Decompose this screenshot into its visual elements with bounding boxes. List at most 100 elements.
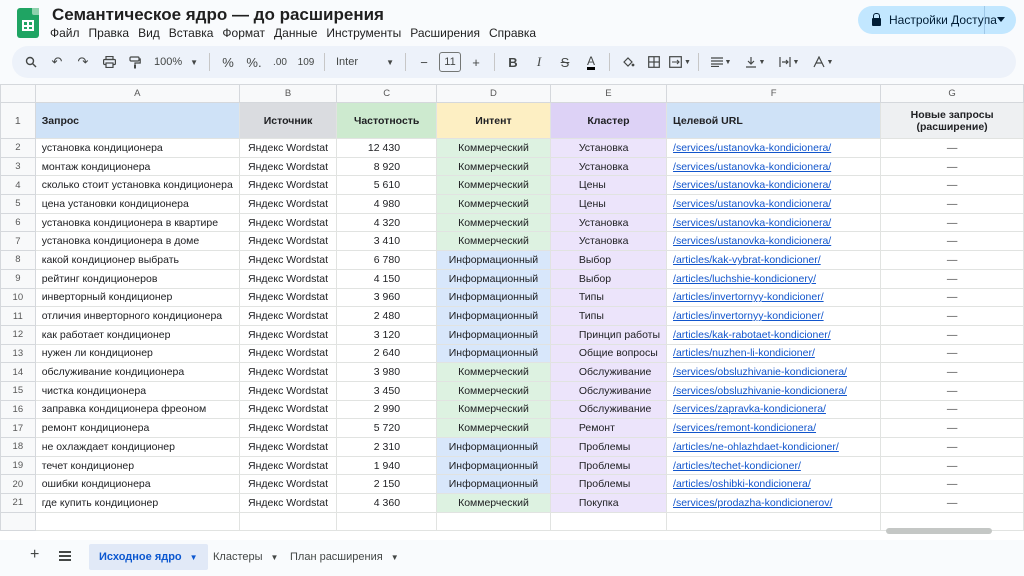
column-header-g[interactable]: G — [880, 84, 1024, 103]
cell-intent[interactable]: Коммерческий — [436, 175, 551, 196]
align-icon[interactable]: ▼ — [706, 50, 736, 74]
cell-intent[interactable]: Информационный — [436, 268, 551, 289]
cell-cluster[interactable]: Цены — [549, 175, 668, 196]
cell-intent[interactable]: Коммерческий — [436, 231, 551, 252]
cell-source[interactable]: Яндекс Wordstat — [238, 287, 338, 308]
cell-url[interactable]: /articles/kak-rabotaet-kondicioner/ — [666, 324, 882, 345]
cell-source[interactable]: Яндекс Wordstat — [238, 399, 338, 420]
cell-new-queries[interactable]: — — [880, 437, 1024, 457]
empty-cell[interactable] — [0, 511, 36, 532]
cell-intent[interactable]: Информационный — [436, 437, 551, 457]
menu-view[interactable]: Вид — [138, 26, 160, 40]
empty-cell[interactable] — [336, 511, 438, 532]
header-url[interactable]: Целевой URL — [666, 102, 882, 139]
header-cluster[interactable]: Кластер — [549, 102, 668, 139]
cell-cluster[interactable]: Ремонт — [549, 418, 668, 438]
cell-cluster[interactable]: Покупка — [549, 493, 668, 513]
cell-cluster[interactable]: Обслуживание — [549, 362, 668, 382]
cell-frequency[interactable]: 6 780 — [336, 250, 438, 270]
empty-cell[interactable] — [549, 511, 668, 532]
menu-edit[interactable]: Правка — [89, 26, 130, 40]
cell-frequency[interactable]: 1 940 — [336, 455, 438, 476]
cell-query[interactable]: какой кондиционер выбрать — [34, 250, 240, 270]
rotate-icon[interactable]: ▼ — [808, 50, 838, 74]
decrease-decimal-button[interactable]: %. — [243, 50, 265, 74]
cell-source[interactable]: Яндекс Wordstat — [238, 268, 338, 289]
row-number[interactable]: 11 — [0, 306, 36, 326]
cell-frequency[interactable]: 4 980 — [336, 194, 438, 214]
cell-intent[interactable]: Коммерческий — [436, 362, 551, 382]
italic-button[interactable]: I — [528, 50, 550, 74]
menu-tools[interactable]: Инструменты — [326, 26, 401, 40]
row-number[interactable]: 1 — [0, 102, 36, 139]
cell-intent[interactable]: Коммерческий — [436, 212, 551, 233]
cell-cluster[interactable]: Обслуживание — [549, 399, 668, 420]
header-frequency[interactable]: Частотность — [336, 102, 438, 139]
cell-new-queries[interactable]: — — [880, 268, 1024, 289]
cell-intent[interactable]: Информационный — [436, 250, 551, 270]
header-query[interactable]: Запрос — [34, 102, 240, 139]
row-number[interactable]: 6 — [0, 212, 36, 233]
cell-query[interactable]: где купить кондиционер — [34, 493, 240, 513]
all-sheets-icon[interactable] — [59, 551, 71, 553]
cell-query[interactable]: не охлаждает кондиционер — [34, 437, 240, 457]
cell-source[interactable]: Яндекс Wordstat — [238, 343, 338, 364]
cell-new-queries[interactable]: — — [880, 362, 1024, 382]
cell-url[interactable]: /articles/invertornyy-kondicioner/ — [666, 287, 882, 308]
row-number[interactable]: 14 — [0, 362, 36, 382]
cell-url[interactable]: /articles/ne-ohlazhdaet-kondicioner/ — [666, 437, 882, 457]
sheet-grid[interactable]: A B C D E F G 1 Запрос Источник Частотно… — [0, 84, 1024, 540]
cell-new-queries[interactable]: — — [880, 324, 1024, 345]
menu-help[interactable]: Справка — [489, 26, 536, 40]
empty-cell[interactable] — [666, 511, 882, 532]
increase-font-size-button[interactable]: + — [465, 50, 487, 74]
row-number[interactable]: 10 — [0, 287, 36, 308]
select-all-corner[interactable] — [0, 84, 36, 103]
cell-query[interactable]: инверторный кондиционер — [34, 287, 240, 308]
cell-url[interactable]: /articles/nuzhen-li-kondicioner/ — [666, 343, 882, 364]
cell-cluster[interactable]: Цены — [549, 194, 668, 214]
empty-cell[interactable] — [238, 511, 338, 532]
cell-source[interactable]: Яндекс Wordstat — [238, 138, 338, 158]
cell-new-queries[interactable]: — — [880, 156, 1024, 177]
row-number[interactable]: 12 — [0, 324, 36, 345]
cell-new-queries[interactable]: — — [880, 380, 1024, 401]
cell-cluster[interactable]: Принцип работы — [549, 324, 668, 345]
cell-cluster[interactable]: Выбор — [549, 250, 668, 270]
cell-cluster[interactable]: Проблемы — [549, 455, 668, 476]
cell-cluster[interactable]: Установка — [549, 156, 668, 177]
cell-source[interactable]: Яндекс Wordstat — [238, 437, 338, 457]
cell-cluster[interactable]: Типы — [549, 306, 668, 326]
row-number[interactable]: 16 — [0, 399, 36, 420]
undo-icon[interactable]: ↶ — [46, 50, 68, 74]
row-number[interactable]: 5 — [0, 194, 36, 214]
cell-intent[interactable]: Коммерческий — [436, 138, 551, 158]
font-family-select[interactable]: Inter ▼ — [332, 50, 398, 74]
number-format-button[interactable]: 109 — [295, 50, 317, 74]
merge-cells-icon[interactable]: ▼ — [669, 50, 691, 74]
cell-url[interactable]: /services/zapravka-kondicionera/ — [666, 399, 882, 420]
cell-url[interactable]: /services/remont-kondicionera/ — [666, 418, 882, 438]
cell-query[interactable]: чистка кондиционера — [34, 380, 240, 401]
cell-url[interactable]: /articles/invertornyy-kondicioner/ — [666, 306, 882, 326]
document-title[interactable]: Семантическое ядро — до расширения — [52, 5, 384, 25]
cell-new-queries[interactable]: — — [880, 343, 1024, 364]
cell-source[interactable]: Яндекс Wordstat — [238, 455, 338, 476]
row-number[interactable]: 19 — [0, 455, 36, 476]
cell-url[interactable]: /articles/techet-kondicioner/ — [666, 455, 882, 476]
row-number[interactable]: 9 — [0, 268, 36, 289]
cell-frequency[interactable]: 2 310 — [336, 437, 438, 457]
cell-query[interactable]: ремонт кондиционера — [34, 418, 240, 438]
cell-query[interactable]: обслуживание кондиционера — [34, 362, 240, 382]
row-number[interactable]: 17 — [0, 418, 36, 438]
row-number[interactable]: 20 — [0, 474, 36, 495]
cell-new-queries[interactable]: — — [880, 194, 1024, 214]
cell-source[interactable]: Яндекс Wordstat — [238, 324, 338, 345]
cell-intent[interactable]: Информационный — [436, 455, 551, 476]
cell-cluster[interactable]: Установка — [549, 212, 668, 233]
menu-file[interactable]: Файл — [50, 26, 80, 40]
cell-intent[interactable]: Коммерческий — [436, 156, 551, 177]
print-icon[interactable] — [98, 50, 120, 74]
menu-insert[interactable]: Вставка — [169, 26, 214, 40]
row-number[interactable]: 2 — [0, 138, 36, 158]
